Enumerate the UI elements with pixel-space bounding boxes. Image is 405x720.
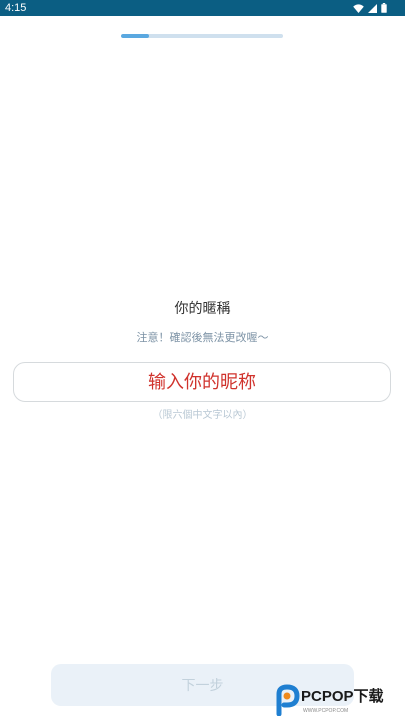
progress-bar xyxy=(121,34,283,38)
wifi-icon xyxy=(353,3,364,13)
nickname-input[interactable] xyxy=(13,362,391,402)
watermark-subtext: WWW.PCPOP.COM xyxy=(303,708,349,714)
status-bar: 4:15 xyxy=(0,0,405,16)
status-icons xyxy=(353,2,387,14)
watermark: PCPOP下载 WWW.PCPOP.COM xyxy=(273,684,401,718)
battery-icon xyxy=(381,3,387,13)
watermark-text: PCPOP下载 xyxy=(301,688,384,705)
notice-text: 注意！確認後無法更改喔～ xyxy=(136,331,269,344)
page-title: 你的暱稱 xyxy=(174,301,231,317)
nickname-screen: 4:15 你的暱稱 注意！確認後無法更改喔～ 输入你的昵称 （限六個中文字以內）… xyxy=(0,0,405,720)
status-time: 4:15 xyxy=(5,2,27,14)
progress-fill xyxy=(121,34,149,38)
signal-icon xyxy=(368,3,377,13)
character-limit-hint: （限六個中文字以內） xyxy=(152,410,253,421)
pcpop-logo-icon xyxy=(276,684,300,716)
